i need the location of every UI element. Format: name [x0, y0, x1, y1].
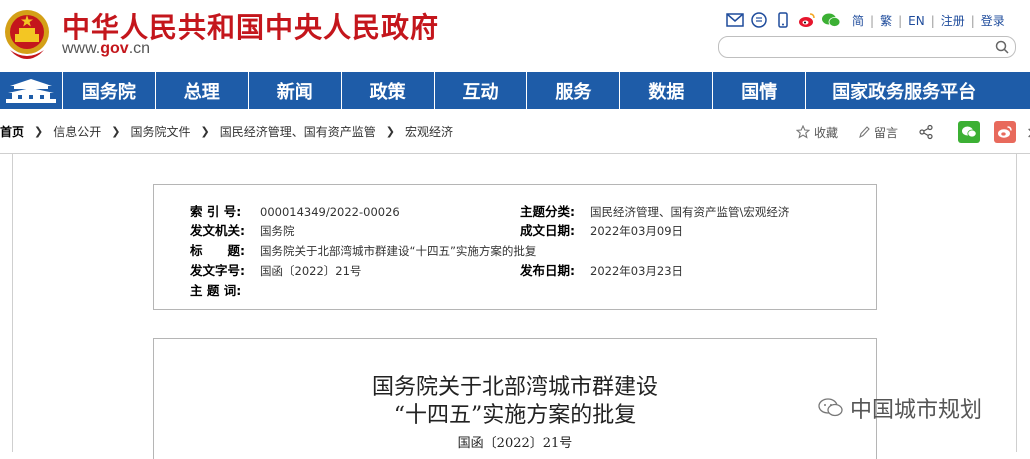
chevron-right-icon: ❯ [34, 125, 44, 138]
separator: | [970, 13, 975, 28]
chevron-right-icon: ❯ [111, 125, 121, 138]
separator: | [898, 13, 903, 28]
meta-value: 2022年03月23日 [590, 264, 684, 278]
breadcrumb-info-disclosure[interactable]: 信息公开 [53, 123, 101, 140]
message-icon[interactable] [748, 11, 770, 29]
separator: | [870, 13, 875, 28]
breadcrumb-macro-economy[interactable]: 宏观经济 [405, 123, 453, 140]
frame-border-right [1016, 154, 1017, 452]
lang-traditional-link[interactable]: 繁 [880, 12, 892, 29]
meta-value: 国民经济管理、国有资产监管\宏观经济 [590, 205, 790, 219]
share-button[interactable] [918, 124, 938, 140]
meta-value: 国函〔2022〕21号 [260, 264, 362, 278]
url-suffix: .cn [128, 40, 151, 57]
meta-row-category: 主题分类: 国民经济管理、国有资产监管\宏观经济 [520, 201, 789, 220]
meta-row-doc-number: 发文字号: 国函〔2022〕21号 [190, 260, 361, 279]
meta-row-index: 索 引 号: 000014349/2022-00026 [190, 201, 400, 220]
nav-item-premier[interactable]: 总理 [156, 72, 249, 109]
meta-row-keywords: 主 题 词: [190, 280, 260, 299]
separator: | [930, 13, 935, 28]
meta-row-title: 标 题: 国务院关于北部湾城市群建设“十四五”实施方案的批复 [190, 240, 536, 259]
lang-english-link[interactable]: EN [908, 14, 925, 28]
document-title-line-2: “十四五”实施方案的批复 [393, 403, 637, 428]
close-icon[interactable]: × [1026, 123, 1030, 142]
nav-item-data[interactable]: 数据 [620, 72, 714, 109]
meta-label: 主 题 词: [190, 283, 242, 298]
share-tools: 收藏 留言 × [796, 121, 1030, 143]
main-nav: 国务院 总理 新闻 政策 互动 服务 数据 国情 国家政务服务平台 [0, 72, 1030, 109]
weibo-icon [998, 126, 1012, 138]
meta-row-issuer: 发文机关: 国务院 [190, 220, 295, 239]
document-body: 国务院关于北部湾城市群建设 “十四五”实施方案的批复 国函〔2022〕21号 [153, 338, 877, 459]
document-number: 国函〔2022〕21号 [457, 436, 573, 451]
chevron-right-icon: ❯ [385, 125, 395, 138]
breadcrumb-bar: 首页 ❯ 信息公开 ❯ 国务院文件 ❯ 国民经济管理、国有资产监管 ❯ 宏观经济… [0, 118, 1030, 144]
lang-simplified-link[interactable]: 简 [852, 12, 864, 29]
meta-label: 标 题: [190, 243, 245, 258]
favorite-label: 收藏 [814, 125, 839, 140]
mail-icon[interactable] [724, 11, 746, 29]
document-metadata: 索 引 号: 000014349/2022-00026 主题分类: 国民经济管理、国… [153, 184, 877, 310]
wechat-icon[interactable] [820, 11, 842, 29]
meta-label: 主题分类: [520, 204, 575, 219]
search-box [718, 36, 1016, 58]
nav-item-services[interactable]: 服务 [527, 72, 621, 109]
meta-value: 国务院 [260, 224, 295, 238]
national-emblem-icon [5, 10, 49, 59]
wechat-icon [962, 126, 977, 138]
mobile-icon[interactable] [772, 11, 794, 29]
meta-label: 索 引 号: [190, 204, 242, 219]
share-icon [919, 124, 933, 140]
pencil-icon [859, 126, 870, 139]
breadcrumb: 首页 ❯ 信息公开 ❯ 国务院文件 ❯ 国民经济管理、国有资产监管 ❯ 宏观经济 [0, 123, 453, 140]
top-icon-bar [724, 10, 844, 30]
comment-label: 留言 [874, 125, 899, 140]
nav-item-national-info[interactable]: 国情 [713, 72, 807, 109]
star-icon [796, 125, 810, 139]
meta-label: 发布日期: [520, 263, 575, 278]
search-input[interactable] [727, 38, 991, 58]
url-brand: gov [100, 40, 129, 57]
site-url[interactable]: www.gov.cn [62, 40, 150, 58]
tiananmen-icon [5, 78, 56, 103]
share-wechat-button[interactable] [958, 121, 981, 143]
meta-label: 发文机关: [190, 223, 245, 238]
site-header: 中华人民共和国中央人民政府 www.gov.cn 简 | 繁 | EN | 注册 | 登… [0, 0, 1030, 72]
watermark: 中国城市规划 [818, 392, 982, 424]
share-weibo-button[interactable] [994, 121, 1017, 143]
nav-item-state-council[interactable]: 国务院 [63, 72, 156, 109]
breadcrumb-economy-management[interactable]: 国民经济管理、国有资产监管 [220, 123, 376, 140]
frame-border-left [12, 154, 13, 452]
meta-value: 2022年03月09日 [590, 224, 684, 238]
nav-item-interaction[interactable]: 互动 [435, 72, 528, 109]
meta-label: 发文字号: [190, 263, 245, 278]
breadcrumb-state-council-docs[interactable]: 国务院文件 [130, 123, 190, 140]
breadcrumb-home[interactable]: 首页 [0, 123, 24, 140]
meta-label: 成文日期: [520, 223, 575, 238]
top-links: 简 | 繁 | EN | 注册 | 登录 [852, 12, 1005, 29]
chevron-right-icon: ❯ [200, 125, 210, 138]
watermark-text: 中国城市规划 [850, 398, 983, 423]
meta-row-published: 发布日期: 2022年03月23日 [520, 260, 683, 279]
meta-row-created: 成文日期: 2022年03月09日 [520, 220, 683, 239]
weibo-icon[interactable] [796, 11, 818, 29]
meta-value: 国务院关于北部湾城市群建设“十四五”实施方案的批复 [260, 244, 537, 258]
search-icon[interactable] [995, 40, 1009, 54]
favorite-button[interactable]: 收藏 [796, 124, 838, 141]
url-prefix: www. [62, 40, 101, 57]
wechat-icon [818, 398, 843, 417]
nav-item-gov-service-platform[interactable]: 国家政务服务平台 [806, 72, 1030, 109]
register-link[interactable]: 注册 [941, 12, 965, 29]
nav-item-news[interactable]: 新闻 [249, 72, 342, 109]
comment-button[interactable]: 留言 [858, 124, 898, 141]
meta-value: 000014349/2022-00026 [260, 205, 400, 219]
nav-home-logo[interactable] [0, 72, 63, 109]
nav-item-policy[interactable]: 政策 [342, 72, 435, 109]
login-link[interactable]: 登录 [981, 12, 1005, 29]
